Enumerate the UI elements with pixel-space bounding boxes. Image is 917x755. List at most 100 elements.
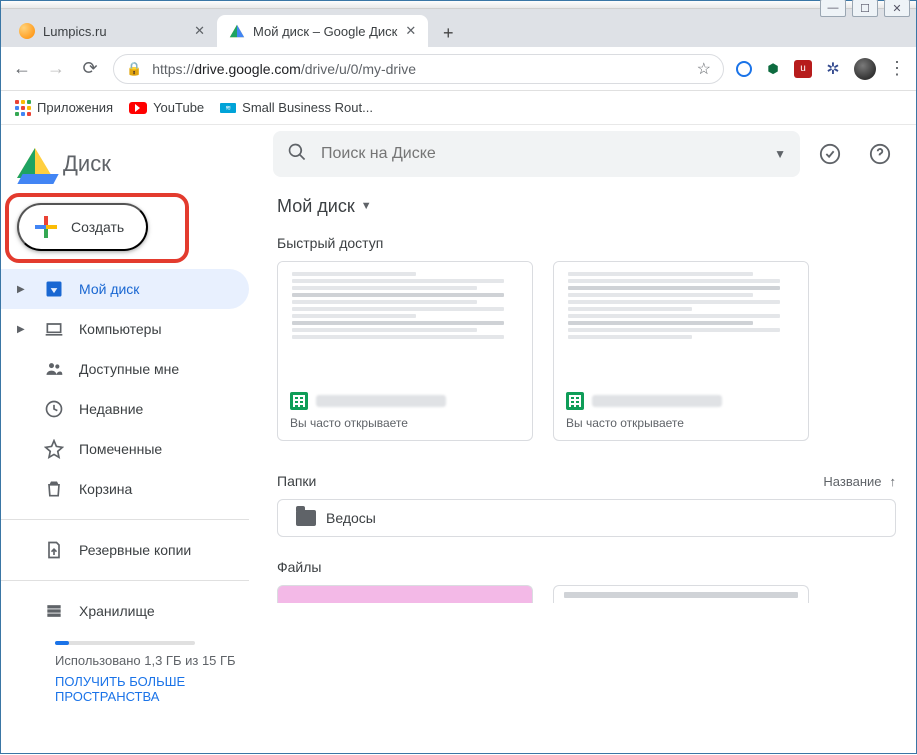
quick-access-card[interactable]: Вы часто открываете — [277, 261, 533, 441]
folder-name: Ведосы — [326, 510, 376, 526]
star-icon — [43, 438, 65, 460]
sidebar-item-computers[interactable]: ▶ Компьютеры — [1, 309, 249, 349]
storage-icon — [43, 600, 65, 622]
site-icon: ≋ — [220, 103, 236, 113]
breadcrumb-label: Мой диск — [277, 196, 355, 217]
storage-used-text: Использовано 1,3 ГБ из 15 ГБ — [55, 653, 237, 668]
file-name-redacted — [592, 395, 722, 407]
quick-access-card[interactable]: Вы часто открываете — [553, 261, 809, 441]
quick-access-subtitle: Вы часто открываете — [290, 416, 520, 430]
sidebar-item-label: Доступные мне — [79, 361, 179, 377]
sidebar-item-storage[interactable]: Хранилище — [1, 591, 249, 631]
sidebar-item-label: Резервные копии — [79, 542, 191, 558]
favicon-icon — [19, 23, 35, 39]
browser-tab-lumpics[interactable]: Lumpics.ru ✕ — [7, 15, 217, 47]
browser-tabstrip: Lumpics.ru ✕ Мой диск – Google Диск ✕ + — [1, 9, 916, 47]
section-folders: Папки — [277, 473, 316, 489]
sort-button[interactable]: Название ↑ — [823, 474, 896, 489]
close-icon[interactable]: ✕ — [194, 23, 205, 39]
arrow-up-icon: ↑ — [890, 474, 897, 489]
computers-icon — [43, 318, 65, 340]
reload-button[interactable]: ⟳ — [79, 58, 101, 79]
browser-tab-drive[interactable]: Мой диск – Google Диск ✕ — [217, 15, 428, 47]
window-titlebar: ― ☐ ✕ — [1, 1, 916, 9]
new-button-label: Создать — [71, 219, 124, 235]
drive-favicon-icon — [230, 25, 244, 38]
browser-menu-button[interactable]: ⋮ — [888, 58, 906, 79]
sidebar-item-mydrive[interactable]: ▶ Мой диск — [1, 269, 249, 309]
profile-avatar[interactable] — [854, 58, 876, 80]
close-icon[interactable]: ✕ — [405, 23, 416, 39]
sidebar-item-label: Компьютеры — [79, 321, 162, 337]
url-protocol: https:// — [152, 61, 194, 77]
window-close-button[interactable]: ✕ — [884, 0, 910, 17]
drive-icon — [43, 278, 65, 300]
chevron-down-icon: ▼ — [361, 200, 372, 212]
search-icon — [287, 142, 307, 167]
window-maximize-button[interactable]: ☐ — [852, 0, 878, 17]
divider — [1, 519, 249, 520]
sidebar-item-shared[interactable]: Доступные мне — [1, 349, 249, 389]
search-input[interactable] — [321, 145, 760, 163]
file-thumbnail — [278, 262, 532, 382]
extension-cube-icon[interactable]: ⬢ — [764, 60, 782, 78]
breadcrumb[interactable]: Мой диск ▼ — [257, 183, 916, 229]
section-files: Файлы — [257, 553, 916, 585]
file-thumbnail — [554, 262, 808, 382]
sidebar-item-label: Помеченные — [79, 441, 162, 457]
address-bar[interactable]: 🔒 https://drive.google.com/drive/u/0/my-… — [113, 54, 724, 84]
shared-icon — [43, 358, 65, 380]
topbar: ▼ — [257, 125, 916, 183]
extension-gear-icon[interactable]: ✲ — [824, 60, 842, 78]
forward-button[interactable]: → — [45, 58, 67, 79]
help-button[interactable] — [860, 134, 900, 174]
window-minimize-button[interactable]: ― — [820, 0, 846, 17]
search-options-icon[interactable]: ▼ — [774, 147, 786, 161]
sidebar-item-backups[interactable]: Резервные копии — [1, 530, 249, 570]
folder-icon — [296, 510, 316, 526]
sidebar-item-starred[interactable]: Помеченные — [1, 429, 249, 469]
sheets-icon — [290, 392, 308, 410]
section-quick-access: Быстрый доступ — [257, 229, 916, 261]
extension-ublock-icon[interactable]: u — [794, 60, 812, 78]
expand-caret-icon[interactable]: ▶ — [17, 324, 29, 335]
sidebar-item-recent[interactable]: Недавние — [1, 389, 249, 429]
trash-icon — [43, 478, 65, 500]
new-tab-button[interactable]: + — [434, 19, 462, 47]
expand-caret-icon[interactable]: ▶ — [17, 284, 29, 295]
drive-title: Диск — [63, 151, 111, 177]
apps-grid-icon — [15, 100, 31, 116]
sidebar-item-label: Недавние — [79, 401, 143, 417]
storage-bar — [55, 641, 195, 645]
file-card[interactable] — [553, 585, 809, 603]
back-button[interactable]: ← — [11, 58, 33, 79]
bookmark-label: Small Business Rout... — [242, 100, 373, 115]
url-host: drive.google.com — [194, 61, 301, 77]
upgrade-storage-link[interactable]: ПОЛУЧИТЬ БОЛЬШЕ ПРОСТРАНСТВА — [55, 674, 237, 704]
new-button[interactable]: Создать — [17, 203, 148, 251]
drive-brand[interactable]: Диск — [1, 135, 257, 193]
bookmark-sbr[interactable]: ≋ Small Business Rout... — [220, 100, 373, 115]
storage-meter: Использовано 1,3 ГБ из 15 ГБ ПОЛУЧИТЬ БО… — [1, 631, 257, 704]
sidebar-item-label: Мой диск — [79, 281, 139, 297]
sidebar-item-trash[interactable]: Корзина — [1, 469, 249, 509]
bookmark-star-icon[interactable]: ☆ — [697, 59, 711, 79]
bookmark-apps[interactable]: Приложения — [15, 100, 113, 116]
folder-item[interactable]: Ведосы — [277, 499, 896, 537]
bookmark-label: Приложения — [37, 100, 113, 115]
divider — [1, 580, 249, 581]
ready-offline-button[interactable] — [810, 134, 850, 174]
sidebar-item-label: Хранилище — [79, 603, 155, 619]
plus-icon — [33, 214, 59, 240]
bookmark-label: YouTube — [153, 100, 204, 115]
search-box[interactable]: ▼ — [273, 131, 800, 177]
sheets-icon — [566, 392, 584, 410]
sidebar: Диск Создать ▶ Мой диск ▶ Компьютеры — [1, 125, 257, 755]
file-card[interactable] — [277, 585, 533, 603]
browser-toolbar: ← → ⟳ 🔒 https://drive.google.com/drive/u… — [1, 47, 916, 91]
extension-globe-icon[interactable] — [736, 61, 752, 77]
drive-logo-icon — [17, 148, 53, 180]
tab-title: Lumpics.ru — [43, 24, 107, 39]
tab-title: Мой диск – Google Диск — [253, 24, 397, 39]
bookmark-youtube[interactable]: YouTube — [129, 100, 204, 115]
